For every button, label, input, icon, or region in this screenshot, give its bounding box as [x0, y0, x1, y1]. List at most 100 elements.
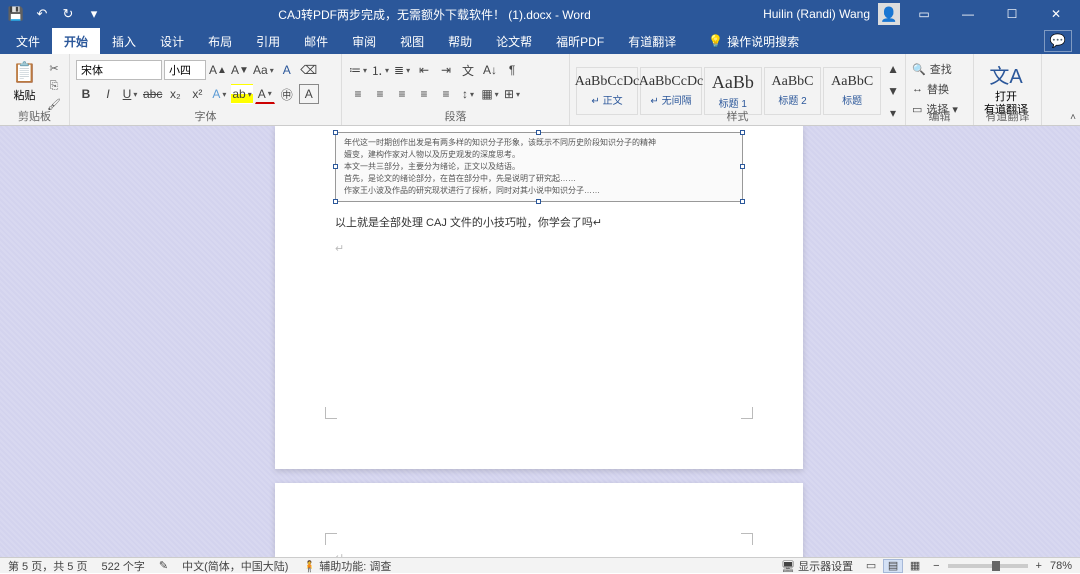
qat-customize[interactable]: ▾ — [82, 2, 106, 26]
char-border-button[interactable]: A — [299, 84, 319, 104]
user-avatar-icon[interactable]: 👤 — [878, 3, 900, 25]
page-5[interactable]: 年代这一时期创作出发是有两多样的知识分子形象，该既示不同历史阶段知识分子的精神 … — [275, 126, 803, 469]
tab-mailings[interactable]: 邮件 — [292, 28, 340, 54]
window-title: CAJ转PDF两步完成，无需额外下载软件！ (1).docx - Word — [106, 6, 763, 23]
zoom-out-button[interactable]: − — [933, 560, 939, 572]
superscript-button[interactable]: x² — [187, 84, 207, 104]
close-button[interactable]: ✕ — [1036, 0, 1076, 28]
decrease-indent-button[interactable]: ⇤ — [414, 60, 434, 80]
undo-button[interactable]: ↶ — [30, 2, 54, 26]
tab-foxit[interactable]: 福昕PDF — [544, 28, 616, 54]
translate-icon: 文A — [989, 60, 1022, 89]
tab-view[interactable]: 视图 — [388, 28, 436, 54]
titlebar: 💾 ↶ ↻ ▾ CAJ转PDF两步完成，无需额外下载软件！ (1).docx -… — [0, 0, 1080, 28]
tab-help[interactable]: 帮助 — [436, 28, 484, 54]
shrink-font-button[interactable]: A▼ — [230, 60, 250, 80]
group-paragraph: ≔▾ ⒈▾ ≣▾ ⇤ ⇥ 文 A↓ ¶ ≡ ≡ ≡ ≡ ≡ ↕▾ ▦▾ ⊞▾ 段… — [342, 54, 570, 125]
multilevel-list-button[interactable]: ≣▾ — [392, 60, 412, 80]
text-direction-button[interactable]: 文 — [458, 60, 478, 80]
group-youdao: 文A 打开有道翻译 有道翻译 — [974, 54, 1042, 125]
body-paragraph[interactable]: 以上就是全部处理 CAJ 文件的小技巧啦，你学会了吗↵ — [335, 214, 743, 230]
styles-row-down[interactable]: ▼ — [883, 81, 903, 101]
tab-references[interactable]: 引用 — [244, 28, 292, 54]
text-effects-button[interactable]: A▾ — [209, 84, 229, 104]
strikethrough-button[interactable]: abc — [142, 84, 163, 104]
distributed-button[interactable]: ≡ — [436, 84, 456, 104]
bold-button[interactable]: B — [76, 84, 96, 104]
font-name-combo[interactable]: 宋体 — [76, 60, 162, 80]
subscript-button[interactable]: x₂ — [165, 84, 185, 104]
save-button[interactable]: 💾 — [4, 2, 28, 26]
copy-button[interactable]: ⎘ — [45, 78, 63, 94]
ribbon: 📋 粘贴 ✂ ⎘ 🖌 剪贴板 宋体 小四 A▲ A▼ Aa▾ A ⌫ B — [0, 54, 1080, 126]
shading-button[interactable]: ▦▾ — [480, 84, 500, 104]
user-name[interactable]: Huilin (Randi) Wang — [763, 7, 870, 21]
underline-button[interactable]: U▾ — [120, 84, 140, 104]
print-layout-button[interactable]: ▤ — [883, 559, 903, 573]
numbering-button[interactable]: ⒈▾ — [370, 60, 390, 80]
tab-layout[interactable]: 布局 — [196, 28, 244, 54]
tab-home[interactable]: 开始 — [52, 28, 100, 54]
increase-indent-button[interactable]: ⇥ — [436, 60, 456, 80]
group-editing: 🔍 查找 ↔ 替换 ▭ 选择▾ 编辑 — [906, 54, 974, 125]
sort-button[interactable]: A↓ — [480, 60, 500, 80]
tab-youdao[interactable]: 有道翻译 — [616, 28, 688, 54]
tell-me-search[interactable]: 💡 操作说明搜索 — [696, 28, 811, 54]
group-clipboard: 📋 粘贴 ✂ ⎘ 🖌 剪贴板 — [0, 54, 70, 125]
spellcheck-icon[interactable]: ✎ — [159, 559, 168, 572]
tab-file[interactable]: 文件 — [4, 28, 52, 54]
highlight-button[interactable]: ab▾ — [231, 84, 252, 104]
tab-design[interactable]: 设计 — [148, 28, 196, 54]
phonetic-guide-button[interactable]: A — [277, 60, 297, 80]
zoom-level[interactable]: 78% — [1050, 560, 1072, 572]
read-mode-button[interactable]: ▭ — [861, 559, 881, 573]
paragraph-mark: ↵ — [335, 242, 743, 255]
ribbon-options-button[interactable]: ▭ — [904, 0, 944, 28]
status-bar: 第 5 页，共 5 页 522 个字 ✎ 中文(简体，中国大陆) 🧍 辅助功能:… — [0, 557, 1080, 573]
group-font: 宋体 小四 A▲ A▼ Aa▾ A ⌫ B I U▾ abc x₂ x² A▾ … — [70, 54, 342, 125]
align-left-button[interactable]: ≡ — [348, 84, 368, 104]
line-spacing-button[interactable]: ↕▾ — [458, 84, 478, 104]
find-button[interactable]: 🔍 查找 — [912, 60, 952, 78]
document-canvas[interactable]: 年代这一时期创作出发是有两多样的知识分子形象，该既示不同历史阶段知识分子的精神 … — [0, 126, 1080, 557]
tab-insert[interactable]: 插入 — [100, 28, 148, 54]
font-size-combo[interactable]: 小四 — [164, 60, 206, 80]
zoom-slider[interactable] — [948, 564, 1028, 568]
bullets-button[interactable]: ≔▾ — [348, 60, 368, 80]
web-layout-button[interactable]: ▦ — [905, 559, 925, 573]
replace-button[interactable]: ↔ 替换 — [912, 80, 949, 98]
cut-button[interactable]: ✂ — [45, 60, 63, 76]
display-settings[interactable]: 🖥 显示器设置 — [781, 558, 853, 574]
page-counter[interactable]: 第 5 页，共 5 页 — [8, 558, 87, 574]
justify-button[interactable]: ≡ — [414, 84, 434, 104]
show-marks-button[interactable]: ¶ — [502, 60, 522, 80]
italic-button[interactable]: I — [98, 84, 118, 104]
group-styles: AaBbCcDc ↵ 正文 AaBbCcDc ↵ 无间隔 AaBb 标题 1 A… — [570, 54, 906, 125]
ribbon-tabs: 文件 开始 插入 设计 布局 引用 邮件 审阅 视图 帮助 论文帮 福昕PDF … — [0, 28, 1080, 54]
paste-button[interactable]: 📋 粘贴 — [6, 56, 43, 103]
borders-button[interactable]: ⊞▾ — [502, 84, 522, 104]
word-count[interactable]: 522 个字 — [101, 558, 144, 574]
align-center-button[interactable]: ≡ — [370, 84, 390, 104]
tab-wenchang[interactable]: 论文帮 — [484, 28, 544, 54]
tab-review[interactable]: 审阅 — [340, 28, 388, 54]
share-button[interactable]: 💬 — [1044, 30, 1072, 52]
change-case-button[interactable]: Aa▾ — [252, 60, 275, 80]
grow-font-button[interactable]: A▲ — [208, 60, 228, 80]
page-blank[interactable]: ↵ ↵ ↵ ↵ ↵ ↵ — [275, 483, 803, 557]
redo-button[interactable]: ↻ — [56, 2, 80, 26]
enclose-char-button[interactable]: ㊥ — [277, 84, 297, 104]
minimize-button[interactable]: — — [948, 0, 988, 28]
paragraph-mark: ↵ — [335, 551, 743, 557]
language-indicator[interactable]: 中文(简体，中国大陆) — [182, 558, 288, 574]
maximize-button[interactable]: ☐ — [992, 0, 1032, 28]
align-right-button[interactable]: ≡ — [392, 84, 412, 104]
embedded-image[interactable]: 年代这一时期创作出发是有两多样的知识分子形象，该既示不同历史阶段知识分子的精神 … — [335, 132, 743, 202]
clear-formatting-button[interactable]: ⌫ — [299, 60, 319, 80]
collapse-ribbon-button[interactable]: ˄ — [1070, 112, 1076, 123]
font-color-button[interactable]: A▾ — [255, 84, 275, 104]
zoom-in-button[interactable]: + — [1036, 560, 1042, 572]
bulb-icon: 💡 — [708, 34, 723, 48]
styles-row-up[interactable]: ▲ — [883, 59, 903, 79]
accessibility-check[interactable]: 🧍 辅助功能: 调查 — [302, 558, 391, 574]
